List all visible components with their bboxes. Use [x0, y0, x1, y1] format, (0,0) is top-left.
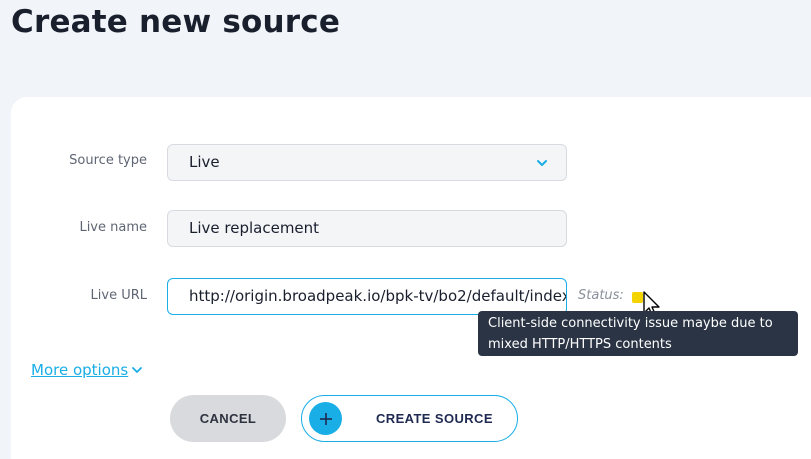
plus-icon	[309, 402, 342, 435]
source-type-label: Source type	[69, 153, 147, 168]
create-source-label: CREATE SOURCE	[376, 411, 493, 426]
status-tooltip: Client-side connectivity issue maybe due…	[478, 311, 798, 356]
live-url-label: Live URL	[90, 288, 147, 303]
status-label: Status:	[578, 288, 624, 303]
tooltip-line-1: Client-side connectivity issue maybe due…	[488, 316, 773, 331]
tooltip-line-2: mixed HTTP/HTTPS contents	[488, 337, 672, 352]
chevron-down-icon	[132, 367, 143, 373]
live-url-input[interactable]: http://origin.broadpeak.io/bpk-tv/bo2/de…	[167, 278, 567, 315]
live-name-value: Live replacement	[189, 219, 320, 237]
source-type-value: Live	[189, 153, 220, 171]
live-name-input[interactable]: Live replacement	[167, 210, 567, 247]
status-indicator[interactable]	[632, 292, 643, 303]
more-options-label: More options	[31, 361, 129, 379]
chevron-down-icon	[537, 160, 547, 166]
page-title: Create new source	[11, 4, 341, 40]
cancel-button[interactable]: CANCEL	[170, 395, 286, 442]
source-type-select[interactable]: Live	[167, 144, 567, 181]
create-source-button[interactable]: CREATE SOURCE	[301, 395, 518, 442]
live-url-value: http://origin.broadpeak.io/bpk-tv/bo2/de…	[189, 287, 567, 305]
more-options-link[interactable]: More options	[31, 361, 143, 379]
live-name-label: Live name	[79, 220, 147, 235]
create-source-page: Create new source Source type Live Live …	[0, 0, 811, 459]
